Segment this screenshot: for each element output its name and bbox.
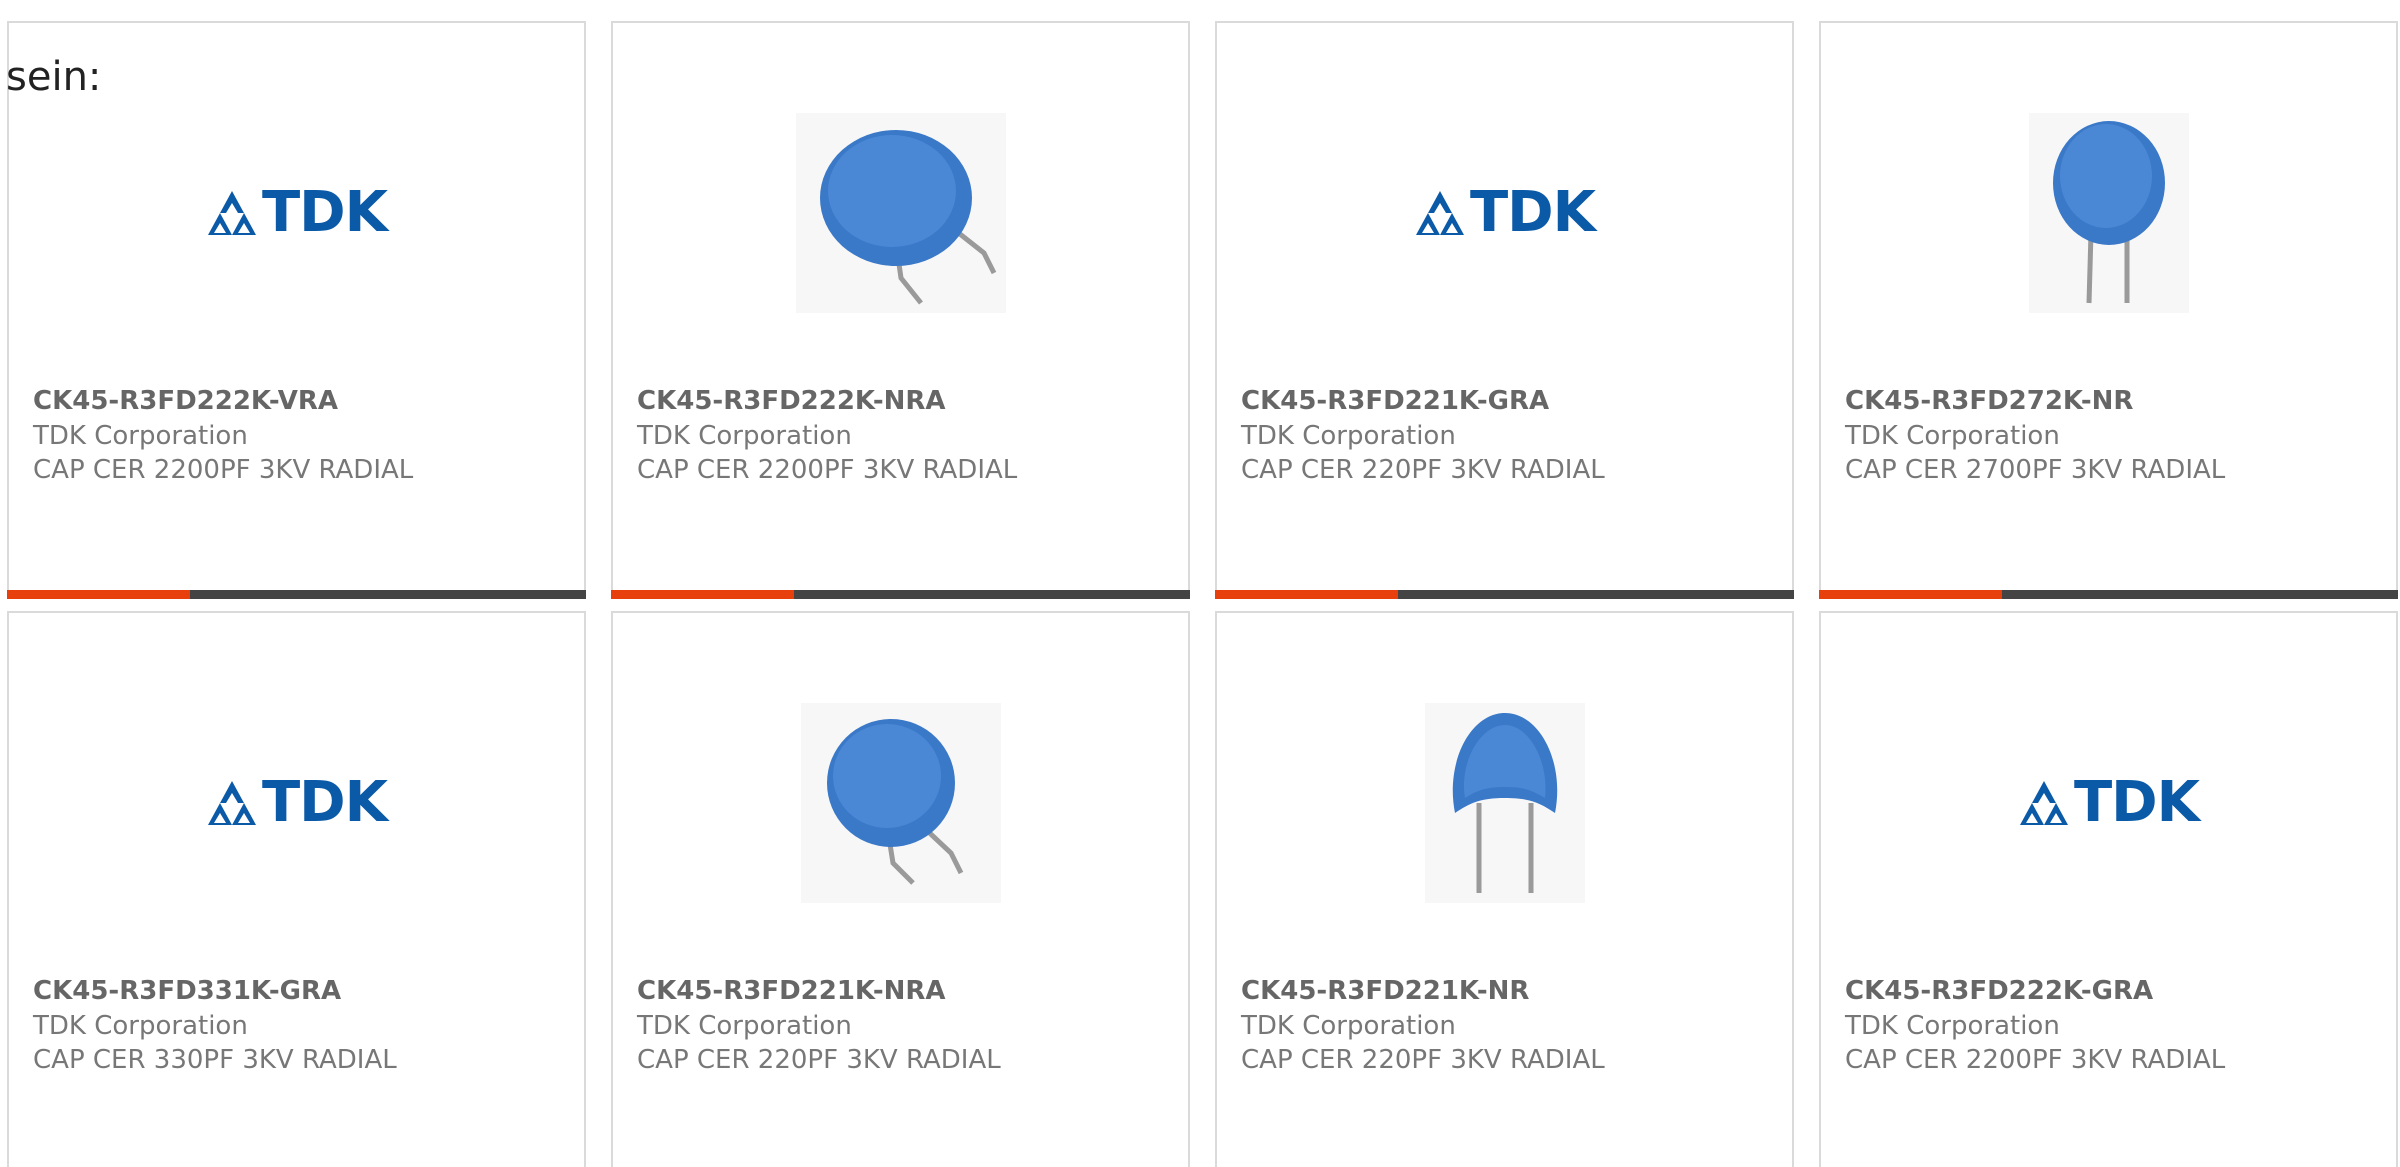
description: CAP CER 2200PF 3KV RADIAL xyxy=(1845,1045,2226,1075)
capacitor-icon xyxy=(795,113,1006,313)
description: CAP CER 220PF 3KV RADIAL xyxy=(637,1045,1001,1075)
card-bottom-bar xyxy=(7,590,586,599)
part-number[interactable]: CK45-R3FD222K-NRA xyxy=(637,384,946,418)
tdk-logo-icon xyxy=(1415,191,1464,235)
manufacturer: TDK Corporation xyxy=(1241,421,1456,451)
manufacturer: TDK Corporation xyxy=(1241,1011,1456,1041)
part-number[interactable]: CK45-R3FD221K-GRA xyxy=(1241,384,1549,418)
product-card[interactable]: CK45-R3FD272K-NR TDK Corporation CAP CER… xyxy=(1819,21,2398,599)
tdk-logo-icon xyxy=(207,781,256,825)
tdk-wordmark: TDK xyxy=(1469,180,1596,245)
tdk-logo: TDK xyxy=(1414,180,1596,245)
part-number[interactable]: CK45-R3FD272K-NR xyxy=(1845,384,2133,418)
tdk-logo-icon xyxy=(2019,781,2068,825)
tdk-wordmark: TDK xyxy=(261,770,388,835)
manufacturer: TDK Corporation xyxy=(33,1011,248,1041)
part-number[interactable]: CK45-R3FD222K-VRA xyxy=(33,384,338,418)
card-bottom-bar xyxy=(1215,590,1794,599)
manufacturer: TDK Corporation xyxy=(637,421,852,451)
part-number[interactable]: CK45-R3FD222K-GRA xyxy=(1845,974,2153,1008)
description: CAP CER 2700PF 3KV RADIAL xyxy=(1845,455,2226,485)
card-accent xyxy=(7,590,190,599)
part-number[interactable]: CK45-R3FD221K-NR xyxy=(1241,974,1529,1008)
tdk-logo-icon xyxy=(207,191,256,235)
product-card[interactable]: TDK CK45-R3FD222K-GRA TDK Corporation CA… xyxy=(1819,611,2398,1167)
tdk-logo: TDK xyxy=(206,770,388,835)
manufacturer: TDK Corporation xyxy=(1845,421,2060,451)
manufacturer: TDK Corporation xyxy=(637,1011,852,1041)
manufacturer: TDK Corporation xyxy=(1845,1011,2060,1041)
tdk-wordmark: TDK xyxy=(261,180,388,245)
product-image-capacitor xyxy=(613,93,1188,333)
card-accent xyxy=(1215,590,1398,599)
description: CAP CER 2200PF 3KV RADIAL xyxy=(637,455,1018,485)
manufacturer: TDK Corporation xyxy=(33,421,248,451)
card-bottom-bar xyxy=(611,590,1190,599)
product-image-tdk-logo: TDK xyxy=(9,683,584,923)
product-image-tdk-logo: TDK xyxy=(1821,683,2396,923)
product-image-capacitor xyxy=(1821,93,2396,333)
description: CAP CER 2200PF 3KV RADIAL xyxy=(33,455,414,485)
card-accent xyxy=(611,590,794,599)
part-number[interactable]: CK45-R3FD331K-GRA xyxy=(33,974,341,1008)
capacitor-icon xyxy=(2028,113,2189,313)
product-card[interactable]: TDK CK45-R3FD331K-GRA TDK Corporation CA… xyxy=(7,611,586,1167)
product-card[interactable]: TDK CK45-R3FD221K-GRA TDK Corporation CA… xyxy=(1215,21,1794,599)
description: CAP CER 220PF 3KV RADIAL xyxy=(1241,1045,1605,1075)
description: CAP CER 330PF 3KV RADIAL xyxy=(33,1045,397,1075)
tdk-logo: TDK xyxy=(206,180,388,245)
product-image-capacitor xyxy=(613,683,1188,923)
product-card[interactable]: CK45-R3FD222K-NRA TDK Corporation CAP CE… xyxy=(611,21,1190,599)
intro-text: sein: xyxy=(6,54,102,100)
product-card[interactable]: TDK CK45-R3FD222K-VRA TDK Corporation CA… xyxy=(7,21,586,599)
part-number[interactable]: CK45-R3FD221K-NRA xyxy=(637,974,946,1008)
product-image-capacitor xyxy=(1217,683,1792,923)
product-grid-page: sein: TDK CK45-R3FD222K-VRA TDK Corporat… xyxy=(0,0,2400,1167)
capacitor-icon xyxy=(1424,703,1585,903)
product-image-tdk-logo: TDK xyxy=(1217,93,1792,333)
card-bottom-bar xyxy=(1819,590,2398,599)
tdk-wordmark: TDK xyxy=(2073,770,2200,835)
tdk-logo: TDK xyxy=(2018,770,2200,835)
card-accent xyxy=(1819,590,2002,599)
product-card[interactable]: CK45-R3FD221K-NRA TDK Corporation CAP CE… xyxy=(611,611,1190,1167)
product-card[interactable]: CK45-R3FD221K-NR TDK Corporation CAP CER… xyxy=(1215,611,1794,1167)
product-image-tdk-logo: TDK xyxy=(9,93,584,333)
description: CAP CER 220PF 3KV RADIAL xyxy=(1241,455,1605,485)
capacitor-icon xyxy=(800,703,1001,903)
